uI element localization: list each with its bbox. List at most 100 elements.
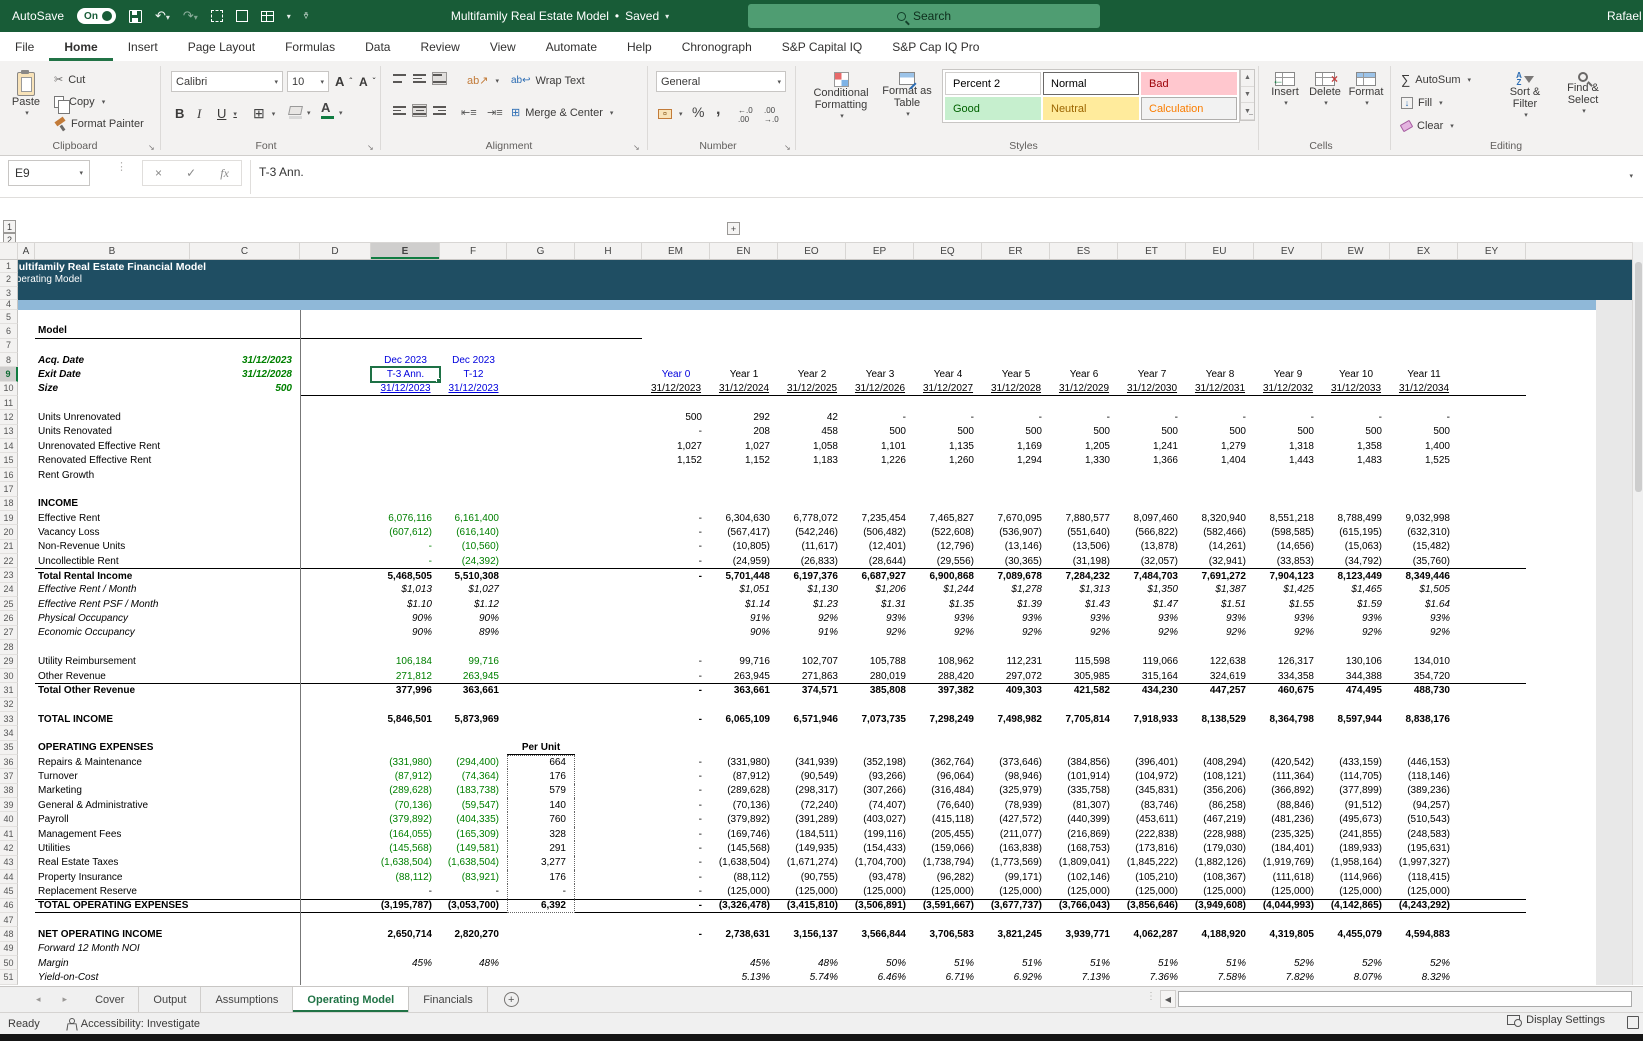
cell[interactable]	[18, 425, 35, 439]
row-header-50[interactable]: 50	[0, 956, 18, 970]
row-header-16[interactable]: 16	[0, 468, 18, 482]
cell[interactable]: 7,235,454	[846, 511, 914, 525]
cell[interactable]: 385,808	[846, 683, 914, 697]
cell[interactable]: 3,706,583	[914, 927, 982, 941]
cell[interactable]: (1,809,041)	[1050, 856, 1118, 870]
cell[interactable]	[1458, 367, 1526, 381]
cell[interactable]: (582,466)	[1186, 525, 1254, 539]
cell[interactable]: $1.59	[1322, 597, 1390, 611]
column-header-EV[interactable]: EV	[1254, 243, 1322, 259]
cell[interactable]	[1458, 425, 1526, 439]
selected-cell-E9[interactable]: T-3 Ann.	[371, 367, 440, 381]
cell[interactable]: 263,945	[440, 669, 507, 683]
cell[interactable]	[1186, 942, 1254, 956]
column-header-EY[interactable]: EY	[1458, 243, 1526, 259]
cell[interactable]	[914, 741, 982, 755]
menu-tab-s-p-cap-iq-pro[interactable]: S&P Cap IQ Pro	[877, 32, 994, 61]
cell[interactable]	[1390, 942, 1458, 956]
cell[interactable]: 292	[710, 410, 778, 424]
cell[interactable]	[300, 856, 371, 870]
cell[interactable]: 409,303	[982, 683, 1050, 697]
row-header-46[interactable]: 46	[0, 899, 18, 913]
cell[interactable]: (149,935)	[778, 841, 846, 855]
cell[interactable]: Physical Occupancy	[35, 611, 300, 625]
cell[interactable]	[575, 755, 642, 769]
cell[interactable]: (74,364)	[440, 769, 507, 783]
cell[interactable]: $1.39	[982, 597, 1050, 611]
cell[interactable]	[300, 324, 642, 338]
cell[interactable]: (481,236)	[1254, 812, 1322, 826]
cell[interactable]: Property Insurance	[35, 870, 300, 884]
cell[interactable]: (615,195)	[1322, 525, 1390, 539]
cell[interactable]: 93%	[1050, 611, 1118, 625]
cell[interactable]: (331,980)	[371, 755, 440, 769]
number-format-select[interactable]: General▾	[656, 71, 786, 92]
cell[interactable]	[982, 497, 1050, 511]
cell[interactable]	[440, 942, 507, 956]
cell[interactable]	[371, 497, 440, 511]
cell[interactable]: 45%	[710, 956, 778, 970]
cell[interactable]: 1,443	[1254, 453, 1322, 467]
cell[interactable]: 106,184	[371, 655, 440, 669]
column-header-A[interactable]: A	[18, 243, 35, 259]
column-header-EX[interactable]: EX	[1390, 243, 1458, 259]
cell[interactable]: 134,010	[1390, 655, 1458, 669]
cell[interactable]: (3,506,891)	[846, 899, 914, 913]
row-header-28[interactable]: 28	[0, 640, 18, 654]
cell[interactable]: -	[1254, 410, 1322, 424]
number-launcher-icon[interactable]: ↘	[784, 143, 791, 152]
cell[interactable]	[642, 597, 710, 611]
cell[interactable]: Year 5	[982, 367, 1050, 381]
cancel-icon[interactable]: ×	[155, 166, 162, 180]
cell[interactable]: Effective Rent	[35, 511, 300, 525]
row-header-25[interactable]: 25	[0, 597, 18, 611]
cell[interactable]: Vacancy Loss	[35, 525, 300, 539]
cell[interactable]: 176	[507, 769, 575, 783]
cell[interactable]: (145,568)	[710, 841, 778, 855]
cell[interactable]	[575, 540, 642, 554]
cell[interactable]: (30,365)	[982, 554, 1050, 568]
cell[interactable]: 6,392	[507, 899, 575, 913]
cell[interactable]: (10,805)	[710, 540, 778, 554]
cell[interactable]	[300, 568, 371, 582]
cell[interactable]: Marketing	[35, 784, 300, 798]
autosum-button[interactable]: ∑AutoSum▾	[1399, 69, 1473, 90]
sheet-tab-operating-model[interactable]: Operating Model	[293, 987, 409, 1012]
cell[interactable]: 1,260	[914, 453, 982, 467]
cell[interactable]: 1,525	[1390, 453, 1458, 467]
cell[interactable]	[300, 798, 371, 812]
cell[interactable]	[18, 841, 35, 855]
find-select-button[interactable]: Find & Select▾	[1557, 67, 1609, 118]
cell[interactable]	[300, 884, 371, 898]
cell[interactable]: 208	[710, 425, 778, 439]
cell[interactable]: (14,261)	[1186, 540, 1254, 554]
cell[interactable]: 31/12/2030	[1118, 382, 1186, 396]
cell[interactable]	[300, 439, 371, 453]
cell[interactable]: (3,415,810)	[778, 899, 846, 913]
cell[interactable]: (403,027)	[846, 812, 914, 826]
cell[interactable]: (379,892)	[371, 812, 440, 826]
row-header-4[interactable]: 4	[0, 300, 18, 310]
cell[interactable]	[1458, 970, 1526, 984]
per-unit-header[interactable]: Per Unit	[507, 741, 575, 755]
cell[interactable]: (59,547)	[440, 798, 507, 812]
cell[interactable]: (1,704,700)	[846, 856, 914, 870]
cell[interactable]	[575, 970, 642, 984]
cell[interactable]: (536,907)	[982, 525, 1050, 539]
cell[interactable]: (607,612)	[371, 525, 440, 539]
cell[interactable]	[1050, 497, 1118, 511]
cell[interactable]: 126,317	[1254, 655, 1322, 669]
cell[interactable]: 8,349,446	[1390, 568, 1458, 582]
cell[interactable]: (184,401)	[1254, 841, 1322, 855]
cell[interactable]: (183,738)	[440, 784, 507, 798]
cell[interactable]	[507, 956, 575, 970]
paste-button[interactable]: Paste▾	[6, 67, 46, 120]
cell[interactable]	[1118, 468, 1186, 482]
cell[interactable]: (222,838)	[1118, 827, 1186, 841]
cell[interactable]	[300, 841, 371, 855]
cell[interactable]	[642, 611, 710, 625]
cell[interactable]	[18, 870, 35, 884]
cell[interactable]	[300, 367, 371, 381]
cell[interactable]: 7.13%	[1050, 970, 1118, 984]
cell[interactable]: $1.47	[1118, 597, 1186, 611]
